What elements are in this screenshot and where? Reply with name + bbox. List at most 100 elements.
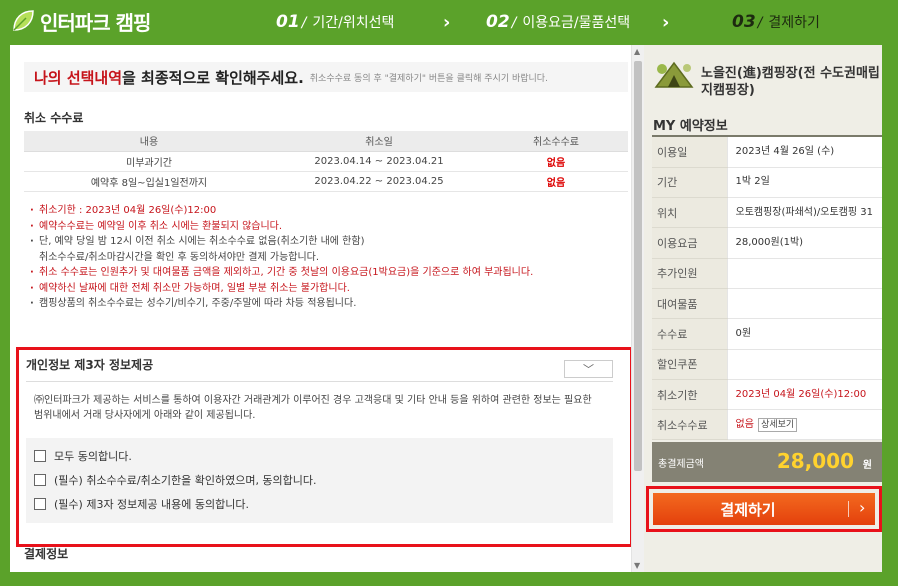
info-row-location: 위치 오토캠핑장(파쇄석)/오토캠핑 31	[652, 197, 882, 229]
agree-cancel-fee-label: (필수) 취소수수료/취소기한을 확인하였으며, 동의합니다.	[54, 474, 317, 487]
scroll-up-icon[interactable]: ▲	[634, 47, 640, 56]
chevron-right-icon: ›	[859, 498, 866, 517]
info-label: 수수료	[652, 318, 727, 350]
step-2-label: 이용요금/물품선택	[522, 15, 631, 31]
campsite-header: 노을진(進)캠핑장(전 수도권매립지캠핑장)	[644, 45, 882, 111]
agree-all-row[interactable]: 모두 동의합니다.	[34, 444, 605, 468]
cell-content: 미부과기간	[24, 151, 274, 172]
agree-cancel-fee-row[interactable]: (필수) 취소수수료/취소기한을 확인하였으며, 동의합니다.	[34, 468, 605, 492]
info-value: 없음	[735, 418, 754, 430]
my-reservation-title: MY 예약정보	[653, 119, 728, 134]
notice-sub-text: 취소수수료 동의 후 "결제하기" 버튼을 클릭해 주시기 바랍니다.	[309, 73, 548, 84]
list-item: 예약수수료는 예약일 이후 취소 시에는 환불되지 않습니다.	[30, 219, 634, 235]
total-unit: 원	[862, 460, 872, 471]
cell-date: 2023.04.14 ~ 2023.04.21	[274, 151, 484, 172]
info-value: 2023년 4월 26일 (수)	[726, 137, 882, 168]
list-item: 취소기한 : 2023년 04월 26일(수)12:00	[30, 203, 634, 219]
info-row-use-date: 이용일 2023년 4월 26일 (수)	[652, 137, 882, 168]
info-row-commission: 수수료 0원	[652, 318, 882, 350]
info-value: 28,000원(1박)	[726, 227, 882, 259]
privacy-header: 개인정보 제3자 정보제공 ﹀	[19, 350, 630, 380]
list-item: 단, 예약 당일 밤 12시 이전 취소 시에는 취소수수료 없음(취소기한 내…	[30, 234, 634, 265]
cancel-rules-list: 취소기한 : 2023년 04월 26일(수)12:00 예약수수료는 예약일 …	[30, 203, 634, 312]
step-3-label: 결제하기	[768, 15, 820, 31]
info-row-rental: 대여물품	[652, 288, 882, 320]
pay-button[interactable]: 결제하기 ›	[653, 493, 875, 525]
agreement-box: 모두 동의합니다. (필수) 취소수수료/취소기한을 확인하였으며, 동의합니다…	[26, 438, 613, 523]
rule-text: 단, 예약 당일 밤 12시 이전 취소 시에는 취소수수료 없음(취소기한 내…	[39, 236, 365, 247]
info-label: 이용일	[652, 137, 727, 168]
info-label: 이용요금	[652, 227, 727, 259]
info-row-period: 기간 1박 2일	[652, 167, 882, 199]
divider	[26, 381, 613, 382]
col-header-content: 내용	[24, 131, 274, 152]
cell-fee: 없음	[484, 171, 628, 192]
cell-fee: 없음	[484, 151, 628, 172]
table-header-row: 내용 취소일 취소수수료	[24, 131, 628, 152]
interpark-camping-logo[interactable]: 인터파크 캠핑	[10, 6, 151, 36]
agree-all-label: 모두 동의합니다.	[54, 450, 132, 463]
list-item: 취소 수수료는 인원추가 및 대여물품 금액을 제외하고, 기간 중 첫날의 이…	[30, 265, 634, 281]
privacy-body-text: ㈜인터파크가 제공하는 서비스를 통하여 이용자간 거래관계가 이루어진 경우 …	[26, 387, 613, 433]
info-label: 취소기한	[652, 379, 727, 411]
info-value: 오토캠핑장(파쇄석)/오토캠핑 31	[726, 197, 882, 229]
info-row-price: 이용요금 28,000원(1박)	[652, 227, 882, 259]
cell-content: 예약후 8일~입실1일전까지	[24, 171, 274, 192]
divider	[848, 501, 849, 517]
table-row: 미부과기간 2023.04.14 ~ 2023.04.21 없음	[24, 151, 628, 172]
scroll-thumb[interactable]	[634, 61, 642, 471]
agree-third-party-label: (필수) 제3자 정보제공 내용에 동의합니다.	[54, 498, 249, 511]
col-header-fee: 취소수수료	[484, 131, 628, 152]
total-value: 28,000	[776, 449, 854, 473]
table-row: 예약후 8일~입실1일전까지 2023.04.22 ~ 2023.04.25 없…	[24, 171, 628, 192]
pay-button-label: 결제하기	[720, 500, 776, 519]
selection-review-panel: 나의 선택내역 을 최종적으로 확인해주세요. 취소수수료 동의 후 "결제하기…	[10, 45, 644, 572]
chevron-down-icon: ﹀	[583, 363, 594, 376]
payment-info-title: 결제정보	[24, 547, 69, 561]
total-label: 총결제금액	[658, 459, 704, 470]
info-label: 기간	[652, 167, 727, 199]
total-amount-row: 총결제금액 28,000 원	[652, 442, 882, 482]
cancel-fee-table: 내용 취소일 취소수수료 미부과기간 2023.04.14 ~ 2023.04.…	[24, 131, 628, 192]
agree-all-checkbox[interactable]	[34, 450, 46, 462]
info-value: 1박 2일	[726, 167, 882, 199]
step-1: 01/ 기간/위치선택	[276, 12, 395, 32]
info-row-cancel-fee: 취소수수료 없음 상세보기	[652, 409, 882, 441]
info-label: 할인쿠폰	[652, 349, 727, 380]
list-item: 예약하신 날짜에 대한 전체 취소만 가능하며, 일별 부분 취소는 불가합니다…	[30, 281, 634, 297]
privacy-toggle-button[interactable]: ﹀	[564, 360, 613, 378]
info-value	[726, 258, 882, 289]
privacy-consent-box: 개인정보 제3자 정보제공 ﹀ ㈜인터파크가 제공하는 서비스를 통하여 이용자…	[16, 347, 633, 547]
step-2: 02/ 이용요금/물품선택	[486, 12, 631, 32]
info-value	[726, 288, 882, 320]
info-value	[726, 349, 882, 380]
campsite-name: 노을진(進)캠핑장(전 수도권매립지캠핑장)	[701, 66, 880, 98]
vertical-scrollbar[interactable]: ▲ ▼	[631, 45, 644, 572]
info-row-extra-people: 추가인원	[652, 258, 882, 289]
cancel-fee-title: 취소 수수료	[24, 111, 84, 125]
list-item: 캠핑상품의 취소수수료는 성수기/비수기, 주중/주말에 따라 차등 적용됩니다…	[30, 296, 634, 312]
scroll-down-icon[interactable]: ▼	[634, 561, 640, 570]
info-row-cancel-deadline: 취소기한 2023년 04월 26일(수)12:00	[652, 379, 882, 411]
leaf-icon	[10, 8, 36, 34]
info-label: 대여물품	[652, 288, 727, 320]
cell-date: 2023.04.22 ~ 2023.04.25	[274, 171, 484, 192]
detail-view-button[interactable]: 상세보기	[758, 417, 798, 432]
step-2-number: 02	[486, 12, 510, 32]
col-header-date: 취소일	[274, 131, 484, 152]
tent-icon	[654, 59, 694, 91]
info-row-coupon: 할인쿠폰	[652, 349, 882, 380]
info-label: 취소수수료	[652, 409, 727, 441]
step-3-number: 03	[732, 12, 756, 32]
step-1-label: 기간/위치선택	[312, 15, 395, 31]
privacy-title: 개인정보 제3자 정보제공	[26, 358, 154, 372]
agree-third-party-checkbox[interactable]	[34, 498, 46, 510]
notice-highlight: 나의 선택내역	[34, 68, 123, 87]
reservation-summary-panel: 노을진(進)캠핑장(전 수도권매립지캠핑장) MY 예약정보 이용일 2023년…	[644, 45, 882, 572]
info-value-cell: 없음 상세보기	[726, 409, 882, 441]
agree-third-party-row[interactable]: (필수) 제3자 정보제공 내용에 동의합니다.	[34, 492, 605, 516]
pay-button-highlight: 결제하기 ›	[646, 486, 882, 532]
logo-text: 인터파크 캠핑	[40, 10, 151, 35]
notice-main-text: 을 최종적으로 확인해주세요.	[122, 68, 304, 87]
agree-cancel-fee-checkbox[interactable]	[34, 474, 46, 486]
